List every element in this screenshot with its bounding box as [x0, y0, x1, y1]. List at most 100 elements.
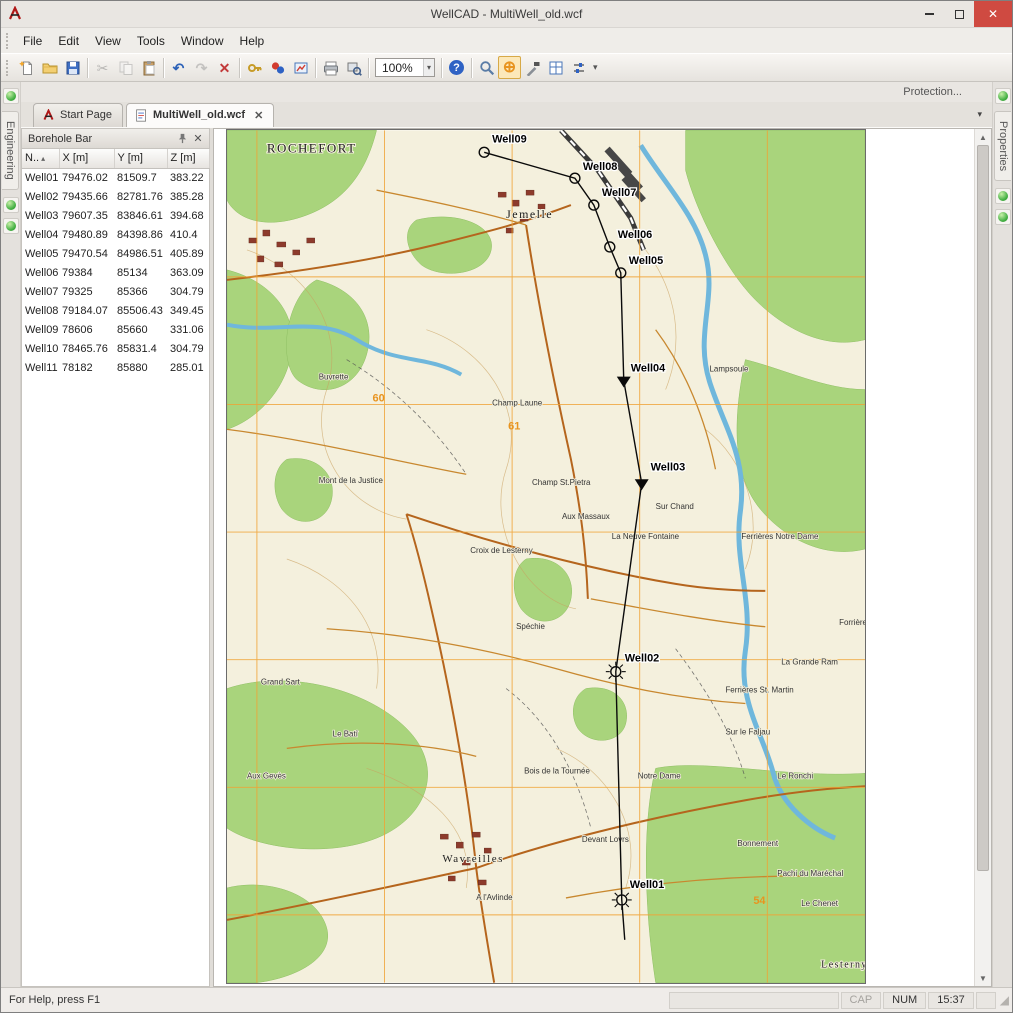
paste-button[interactable]	[137, 56, 160, 79]
menu-edit[interactable]: Edit	[50, 30, 87, 52]
map-view[interactable]: ROCHEFORTJemelleWavreillesLesternyFerriè…	[226, 129, 866, 984]
color-options-button[interactable]	[266, 56, 289, 79]
map-viewport[interactable]: ROCHEFORTJemelleWavreillesLesternyFerriè…	[214, 129, 974, 986]
right-panel-button-1[interactable]	[995, 88, 1011, 104]
status-caps-lock: CAP	[841, 992, 882, 1009]
resize-grip-icon[interactable]: ◢	[1000, 993, 1009, 1007]
menu-help[interactable]: Help	[232, 30, 273, 52]
tab-close-icon[interactable]: ✕	[254, 109, 263, 122]
map-place-label: La Grande Ram	[781, 658, 838, 667]
menubar-grip[interactable]	[6, 33, 10, 49]
right-panel-button-2[interactable]	[995, 188, 1011, 204]
undo-icon: ↶	[173, 61, 185, 75]
column-header-z[interactable]: Z [m]	[167, 149, 209, 168]
table-row[interactable]: Well117818285880285.01	[22, 358, 209, 377]
engineering-tab[interactable]: Engineering	[2, 111, 19, 190]
log-settings-button[interactable]	[289, 56, 312, 79]
toolbar-separator	[163, 58, 164, 78]
protection-button[interactable]	[243, 56, 266, 79]
scroll-thumb[interactable]	[977, 145, 989, 871]
left-panel-button-3[interactable]	[3, 218, 19, 234]
table-row[interactable]: Well1078465.7685831.4304.79	[22, 339, 209, 358]
table-row[interactable]: Well097860685660331.06	[22, 320, 209, 339]
map-place-label: Croix de Lesterny	[470, 546, 532, 555]
left-panel-button-1[interactable]	[3, 88, 19, 104]
toolbar-separator	[239, 58, 240, 78]
minimize-button[interactable]	[914, 1, 944, 27]
close-button[interactable]: ✕	[974, 1, 1012, 27]
green-panel-icon	[998, 191, 1008, 201]
map-place-label: Spéchie	[516, 622, 545, 631]
tab-list-chevron-icon[interactable]: ▾	[973, 107, 986, 122]
print-preview-button[interactable]	[342, 56, 365, 79]
left-panel-button-2[interactable]	[3, 197, 19, 213]
table-row[interactable]: Well0879184.0785506.43349.45	[22, 301, 209, 320]
menu-file[interactable]: File	[15, 30, 50, 52]
table-row[interactable]: Well0379607.3583846.61394.68	[22, 206, 209, 225]
delete-button[interactable]: ✕	[213, 56, 236, 79]
table-row[interactable]: Well0579470.5484986.51405.89	[22, 244, 209, 263]
right-panel-button-3[interactable]	[995, 209, 1011, 225]
tab-multiwell-old[interactable]: MultiWell_old.wcf ✕	[126, 103, 274, 127]
borehole-bar-panel: Borehole Bar ✕ N..▴ X [m] Y [m] Z [m]	[21, 128, 210, 987]
undo-button[interactable]: ↶	[167, 56, 190, 79]
tab-start-page[interactable]: Start Page	[33, 103, 123, 127]
sheet-layout-button[interactable]	[544, 56, 567, 79]
table-row[interactable]: Well077932585366304.79	[22, 282, 209, 301]
print-button[interactable]	[319, 56, 342, 79]
column-header-y[interactable]: Y [m]	[114, 149, 167, 168]
crosshair-target-icon: ⊕	[503, 60, 516, 76]
pin-icon[interactable]	[174, 133, 190, 144]
menu-items: FileEditViewToolsWindowHelp	[15, 30, 272, 52]
table-row[interactable]: Well0279435.6682781.76385.28	[22, 187, 209, 206]
table-row[interactable]: Well0179476.0281509.7383.22	[22, 168, 209, 187]
properties-tab[interactable]: Properties	[994, 111, 1011, 181]
print-preview-icon	[346, 60, 362, 76]
sort-ascending-icon: ▴	[41, 154, 45, 163]
column-header-name[interactable]: N..▴	[22, 149, 59, 168]
map-place-label: Grand Sart	[261, 678, 301, 687]
map-place-label: Le Ronchi	[777, 771, 813, 780]
copy-button[interactable]	[114, 56, 137, 79]
table-row[interactable]: Well0479480.8984398.86410.4	[22, 225, 209, 244]
table-row[interactable]: Well067938485134363.09	[22, 263, 209, 282]
save-button[interactable]	[61, 56, 84, 79]
menu-view[interactable]: View	[87, 30, 129, 52]
map-place-label: La Neuve Fontaine	[612, 532, 680, 541]
green-panel-icon	[6, 200, 16, 210]
template-settings-button[interactable]	[567, 56, 590, 79]
new-document-button[interactable]	[15, 56, 38, 79]
menu-window[interactable]: Window	[173, 30, 232, 52]
redo-button[interactable]: ↷	[190, 56, 213, 79]
well-label: Well01	[630, 879, 665, 891]
open-file-button[interactable]	[38, 56, 61, 79]
panel-close-icon[interactable]: ✕	[190, 132, 206, 145]
zoom-level-combo[interactable]: 100% ▾	[375, 58, 435, 77]
toolbar-overflow-chevron-icon[interactable]: ▾	[590, 62, 601, 73]
vertical-scrollbar[interactable]: ▲ ▼	[974, 129, 991, 986]
column-header-x[interactable]: X [m]	[59, 149, 114, 168]
sliders-icon	[571, 60, 587, 76]
wellcad-logo-icon	[6, 5, 24, 23]
scroll-up-icon[interactable]: ▲	[975, 129, 991, 145]
help-icon: ?	[449, 60, 464, 75]
design-tools-button[interactable]	[521, 56, 544, 79]
well-label: Well04	[631, 363, 666, 375]
map-grid-number: 60	[373, 392, 385, 404]
cut-button[interactable]: ✂	[91, 56, 114, 79]
copy-icon	[118, 60, 134, 76]
magnifier-icon	[479, 60, 495, 76]
zoom-dropdown-chevron-icon[interactable]: ▾	[423, 59, 434, 76]
status-message: For Help, press F1	[4, 994, 667, 1006]
help-button[interactable]: ?	[445, 56, 468, 79]
paste-icon	[141, 60, 157, 76]
maximize-button[interactable]	[944, 1, 974, 27]
map-place-label: Devant Lovrs	[582, 835, 629, 844]
toolbar-grip[interactable]	[6, 60, 10, 76]
well-positions-button[interactable]: ⊕	[498, 56, 521, 79]
status-segment-empty	[976, 992, 996, 1009]
menu-tools[interactable]: Tools	[129, 30, 173, 52]
scroll-down-icon[interactable]: ▼	[975, 970, 991, 986]
borehole-bar-header: Borehole Bar ✕	[22, 129, 209, 149]
find-button[interactable]	[475, 56, 498, 79]
